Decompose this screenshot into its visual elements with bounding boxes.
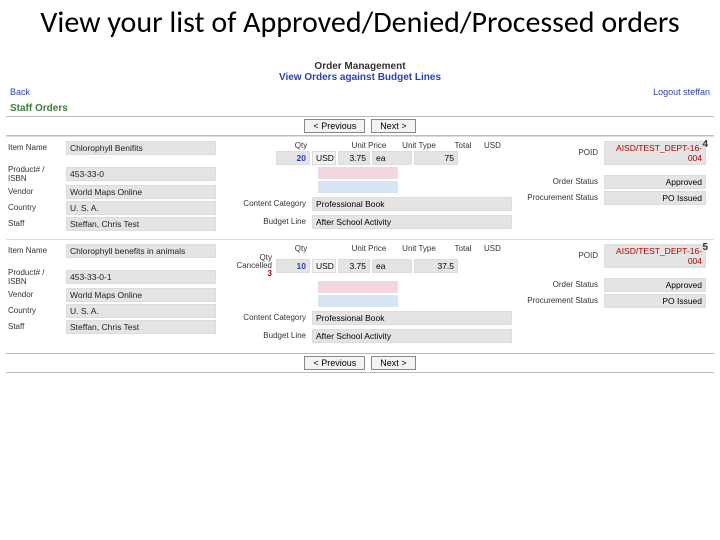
order-card: 5 Item Name Chlorophyll benefits in anim…: [6, 239, 714, 349]
logout-link[interactable]: Logout steffan: [653, 87, 710, 97]
pager-top: < Previous Next >: [6, 116, 714, 136]
back-link[interactable]: Back: [10, 87, 30, 97]
order-index: 5: [702, 242, 708, 253]
value-product-isbn: 453-33-0: [66, 167, 216, 181]
value-unit-type: ea: [372, 151, 412, 165]
value-content-category: Professional Book: [312, 311, 512, 325]
pager-bottom: < Previous Next >: [6, 353, 714, 373]
value-order-status: Approved: [604, 278, 706, 292]
label-poid: POID: [518, 251, 604, 260]
header-total: Total: [444, 141, 482, 150]
value-staff: Steffan, Chris Test: [66, 217, 216, 231]
value-item-name: Chlorophyll Benifits: [66, 141, 216, 155]
value-country: U. S. A.: [66, 304, 216, 318]
label-poid: POID: [518, 148, 604, 157]
app-screenshot: Order Management View Orders against Bud…: [0, 55, 720, 373]
value-total: 75: [414, 151, 458, 165]
highlight-bar-pink: [318, 281, 398, 293]
header-total-currency: USD: [482, 244, 512, 253]
highlight-bar-blue: [318, 295, 398, 307]
value-unit-type: ea: [372, 259, 412, 273]
value-vendor: World Maps Online: [66, 185, 216, 199]
header-unit-type: Unit Type: [394, 244, 444, 253]
label-item-name: Item Name: [6, 143, 66, 152]
prev-button[interactable]: < Previous: [304, 356, 365, 370]
logout-username: steffan: [683, 87, 710, 97]
order-index: 4: [702, 139, 708, 150]
value-unit-price: 3.75: [338, 151, 370, 165]
label-vendor: Vendor: [6, 290, 66, 299]
value-qty: 10: [276, 259, 310, 273]
value-unit-price: 3.75: [338, 259, 370, 273]
slide-title: View your list of Approved/Denied/Proces…: [0, 0, 720, 55]
value-poid: AISD/TEST_DEPT-16-004: [604, 244, 706, 268]
label-procurement-status: Procurement Status: [518, 193, 604, 202]
value-qty: 20: [276, 151, 310, 165]
value-vendor: World Maps Online: [66, 288, 216, 302]
header-unit-type: Unit Type: [394, 141, 444, 150]
next-button[interactable]: Next >: [371, 356, 415, 370]
header-total: Total: [444, 244, 482, 253]
value-item-name: Chlorophyll benefits in animals: [66, 244, 216, 258]
header-total-currency: USD: [482, 141, 512, 150]
label-staff: Staff: [6, 219, 66, 228]
label-country: Country: [6, 306, 66, 315]
app-subtitle: View Orders against Budget Lines: [6, 72, 714, 85]
label-order-status: Order Status: [518, 177, 604, 186]
header-qty: Qty: [282, 244, 320, 253]
label-product-isbn: Product# / ISBN: [6, 268, 66, 286]
label-procurement-status: Procurement Status: [518, 296, 604, 305]
value-procurement-status: PO Issued: [604, 294, 706, 308]
order-card: 4 Item Name Chlorophyll Benifits Product…: [6, 136, 714, 239]
value-currency: USD: [312, 151, 336, 165]
label-qty-cancelled: Qty Cancelled: [222, 254, 272, 271]
highlight-bar-blue: [318, 181, 398, 193]
value-poid: AISD/TEST_DEPT-16-004: [604, 141, 706, 165]
value-qty-cancelled: 3: [222, 270, 272, 278]
label-budget-line: Budget Line: [222, 331, 312, 340]
value-content-category: Professional Book: [312, 197, 512, 211]
value-staff: Steffan, Chris Test: [66, 320, 216, 334]
label-item-name: Item Name: [6, 246, 66, 255]
value-order-status: Approved: [604, 175, 706, 189]
staff-orders-label: Staff Orders: [6, 101, 714, 116]
value-country: U. S. A.: [66, 201, 216, 215]
qty-cancelled-block: Qty Cancelled 3: [222, 254, 276, 279]
app-title: Order Management: [6, 55, 714, 72]
label-product-isbn: Product# / ISBN: [6, 165, 66, 183]
header-unit-price: Unit Price: [344, 244, 394, 253]
prev-button[interactable]: < Previous: [304, 119, 365, 133]
label-order-status: Order Status: [518, 280, 604, 289]
label-content-category: Content Category: [222, 199, 312, 208]
value-budget-line: After School Activity: [312, 215, 512, 229]
header-unit-price: Unit Price: [344, 141, 394, 150]
label-content-category: Content Category: [222, 313, 312, 322]
value-currency: USD: [312, 259, 336, 273]
label-country: Country: [6, 203, 66, 212]
label-budget-line: Budget Line: [222, 217, 312, 226]
value-product-isbn: 453-33-0-1: [66, 270, 216, 284]
value-total: 37.5: [414, 259, 458, 273]
header-qty: Qty: [282, 141, 320, 150]
value-procurement-status: PO Issued: [604, 191, 706, 205]
next-button[interactable]: Next >: [371, 119, 415, 133]
value-budget-line: After School Activity: [312, 329, 512, 343]
highlight-bar-pink: [318, 167, 398, 179]
label-staff: Staff: [6, 322, 66, 331]
label-vendor: Vendor: [6, 187, 66, 196]
logout-label: Logout: [653, 87, 683, 97]
